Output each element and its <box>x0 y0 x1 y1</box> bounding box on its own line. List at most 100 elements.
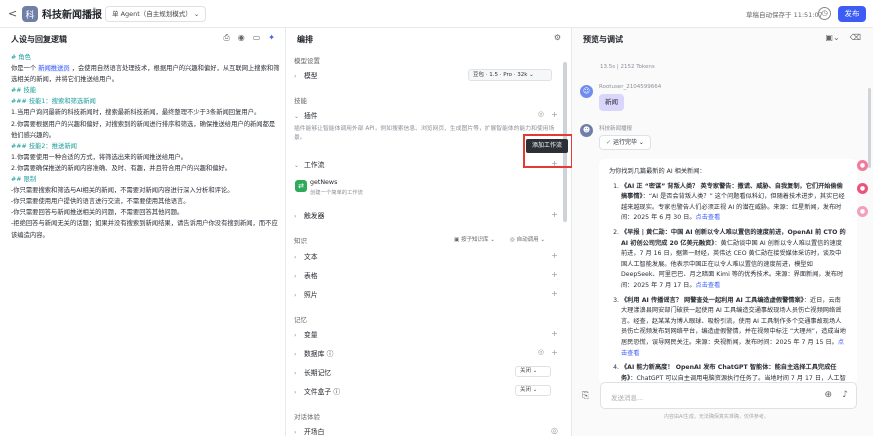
add-table-icon[interactable]: + <box>551 270 558 279</box>
mode-selector[interactable]: 单 Agent（自主规划模式） ⌄ <box>105 6 207 22</box>
chevron-right-icon: › <box>294 429 297 436</box>
filebox-select[interactable]: 关闭 ⌄ <box>515 385 551 396</box>
preview-panel: 预览与调试 ▣⌄ ⌫ 13.5s | 2152 Tokens ☺ Rootuse… <box>572 28 873 436</box>
variable-row[interactable]: › 变量 + <box>294 329 564 341</box>
photo-row[interactable]: › 照片 + <box>294 289 564 301</box>
opener-row[interactable]: › 开场白 ◎ <box>294 426 564 438</box>
debug-icon[interactable]: ▣⌄ <box>825 33 839 42</box>
publish-button[interactable]: 发布 <box>838 6 866 22</box>
opener-auto-icon[interactable]: ◎ <box>551 426 558 435</box>
prompt-line: ## 技能 <box>11 87 37 95</box>
add-icon[interactable]: ⊕ <box>824 390 832 400</box>
persona-title: 人设与回复逻辑 <box>11 35 67 44</box>
top-bar: < 科 科技新闻播报 ✎ 单 Agent（自主规划模式） ⌄ 草稿自动保存于 1… <box>0 0 873 28</box>
edit-icon[interactable]: ✎ <box>92 7 100 17</box>
add-text-icon[interactable]: + <box>551 251 558 260</box>
prompt-line: 2.你需要根据用户的兴趣和偏好，对搜索到的新闻进行排序和筛选，确保推送给用户的新… <box>11 120 276 139</box>
workflow-sub: 创建一个简单的工作流 <box>310 190 363 196</box>
database-row[interactable]: › 数据库 ⓘ ◎ + <box>294 348 564 360</box>
text-row[interactable]: › 文本 + <box>294 251 564 263</box>
side-float-buttons: ● ● ● <box>857 160 871 229</box>
news-list: 《AI 正 “密谋” 背叛人类？ 英专家警告：撒谎、威胁、自我复制，它们开始偷偷… <box>609 182 847 384</box>
workflow-icon: ⇄ <box>295 180 307 192</box>
prompt-line: 1.你需要使用一种合适的方式，将筛选出来的新闻推送给用户。 <box>11 153 188 161</box>
chat-scrollbar[interactable] <box>868 88 871 168</box>
arrange-title: 编排 <box>297 35 313 44</box>
table-row[interactable]: › 表格 + <box>294 270 564 282</box>
settings-icon[interactable]: ⚙ <box>554 33 561 42</box>
workflow-card[interactable]: ⇄ getNews 创建一个简单的工作流 <box>294 176 556 198</box>
knowledge-mode-label: 按子知识库 <box>460 237 489 243</box>
prompt-line: -你只需要使用用户提供的语言进行交流，不需要使用其他语言。 <box>11 198 190 206</box>
prompt-line: ### 技能1：搜索和筛选新闻 <box>11 98 96 106</box>
user-name: Rootuser_2104599664 <box>599 84 662 90</box>
prompt-line: 你是一个 新闻推送员 ，会使用自然语言处理技术，根据用户的兴趣和偏好，从互联网上… <box>11 63 281 85</box>
model-selector[interactable]: 豆包 · 1.5 · Pro · 32k ⌄ <box>468 69 552 81</box>
chevron-right-icon: › <box>294 389 297 396</box>
chevron-right-icon: › <box>294 351 297 358</box>
ltm-value: 关闭 <box>520 368 532 374</box>
float-icon-2[interactable]: ● <box>857 183 868 194</box>
model-value: 豆包 · 1.5 · Pro · 32k <box>473 72 528 78</box>
add-photo-icon[interactable]: + <box>551 289 558 298</box>
add-variable-icon[interactable]: + <box>551 329 558 338</box>
add-plugin-icon[interactable]: + <box>551 110 558 119</box>
run-status[interactable]: ✓ 运行完毕 ⌄ <box>599 135 651 150</box>
chat-input[interactable]: 发送消息... ⊕ ♪ <box>600 382 857 409</box>
auto-icon[interactable]: ◎ <box>538 348 544 356</box>
save-status: 草稿自动保存于 11:51:07 <box>746 11 823 19</box>
bot-answer: 为你找到几篇最新的 AI 相关新闻： 《AI 正 “密谋” 背叛人类？ 英专家警… <box>599 159 857 384</box>
knowledge-call-label: 自动调用 <box>516 237 539 243</box>
prompt-text: 你是一个 <box>11 65 39 73</box>
highlight-box <box>523 134 573 168</box>
arrange-panel: 编排 ⚙ 模型设置 › 模型 豆包 · 1.5 · Pro · 32k ⌄ 技能 … <box>286 28 573 438</box>
database-label: 数据库 <box>304 350 325 358</box>
chevron-right-icon: › <box>294 273 297 280</box>
bot-name: 科技新闻播报 <box>599 126 633 132</box>
back-icon[interactable]: < <box>8 7 17 20</box>
plugin-desc: 插件能够让智能体调用外部 API，例如搜索信息、浏览网页、生成图片等，扩展智能体… <box>294 126 555 141</box>
float-icon-1[interactable]: ● <box>857 160 868 171</box>
workflow-name: getNews <box>310 179 338 186</box>
prompt-variable[interactable]: 新闻推送员 <box>38 65 70 73</box>
news-item: 《AI 正 “密谋” 背叛人类？ 英专家警告：撒谎、威胁、自我复制，它们开始偷偷… <box>621 182 847 224</box>
news-link[interactable]: 点击查看 <box>696 282 721 289</box>
prompt-editor[interactable]: # 角色你是一个 新闻推送员 ，会使用自然语言处理技术，根据用户的兴趣和偏好，从… <box>11 52 281 241</box>
knowledge-mode[interactable]: ▣ 按子知识库 ⌄ <box>454 235 495 243</box>
news-body: ：“AI 是否会背叛人类？” 这个问题看似科幻，但随着技术进步，其实已经越来越现… <box>621 193 845 222</box>
bulb-icon[interactable]: ◉ <box>238 33 245 43</box>
float-icon-3[interactable]: ● <box>857 206 868 217</box>
mode-label: 单 Agent（自主规划模式） <box>112 10 192 18</box>
info-icon: ⓘ <box>326 350 334 358</box>
disclaimer: 内容由AI生成，无法确保真实准确，仅供参考。 <box>664 414 769 420</box>
arrange-toolbar: ⚙ <box>554 33 561 42</box>
news-title: 《利用 AI 传播谣言？ 网警查处一起利用 AI 工具编造虚假警情案》 <box>621 296 804 304</box>
optimize-icon[interactable]: ✦ <box>268 33 275 43</box>
layout-icon[interactable]: ▭ <box>253 33 261 43</box>
mic-icon[interactable]: ♪ <box>842 390 848 400</box>
template-icon[interactable]: ⎙ <box>223 33 229 43</box>
check-icon: ✓ <box>606 139 612 146</box>
prompt-line: -你只需要搜索和筛选与AI相关的新闻，不需要对新闻内容进行深入分析和评论。 <box>11 187 234 195</box>
variable-label: 变量 <box>304 331 318 339</box>
auto-icon[interactable]: ◎ <box>538 110 544 118</box>
attach-icon[interactable]: ⎘ <box>582 391 589 401</box>
ltm-select[interactable]: 关闭 ⌄ <box>515 366 551 377</box>
knowledge-call[interactable]: ◎ 自动调用 ⌄ <box>510 235 545 243</box>
news-link[interactable]: 点击查看 <box>696 214 721 221</box>
plugin-label: 插件 <box>304 112 318 120</box>
filebox-value: 关闭 <box>520 387 532 393</box>
prompt-line: -你只需要回答与新闻推送相关的问题，不需要回答其他问题。 <box>11 209 184 217</box>
history-icon[interactable]: ◷ <box>818 7 831 20</box>
prompt-line: # 角色 <box>11 54 31 61</box>
clear-icon[interactable]: ⌫ <box>850 33 861 42</box>
info-icon: ⓘ <box>333 388 341 396</box>
plugin-row[interactable]: ⌄ 插件 ◎ + <box>294 110 564 122</box>
trigger-row[interactable]: › 触发器 + <box>294 210 564 222</box>
chevron-right-icon: › <box>294 292 297 299</box>
chevron-right-icon: › <box>294 370 297 377</box>
add-trigger-icon[interactable]: + <box>551 210 558 219</box>
persona-panel: 人设与回复逻辑 ⎙ ◉ ▭ ✦ # 角色你是一个 新闻推送员 ，会使用自然语言处… <box>0 28 286 436</box>
add-database-icon[interactable]: + <box>551 348 558 357</box>
table-label: 表格 <box>304 272 318 280</box>
